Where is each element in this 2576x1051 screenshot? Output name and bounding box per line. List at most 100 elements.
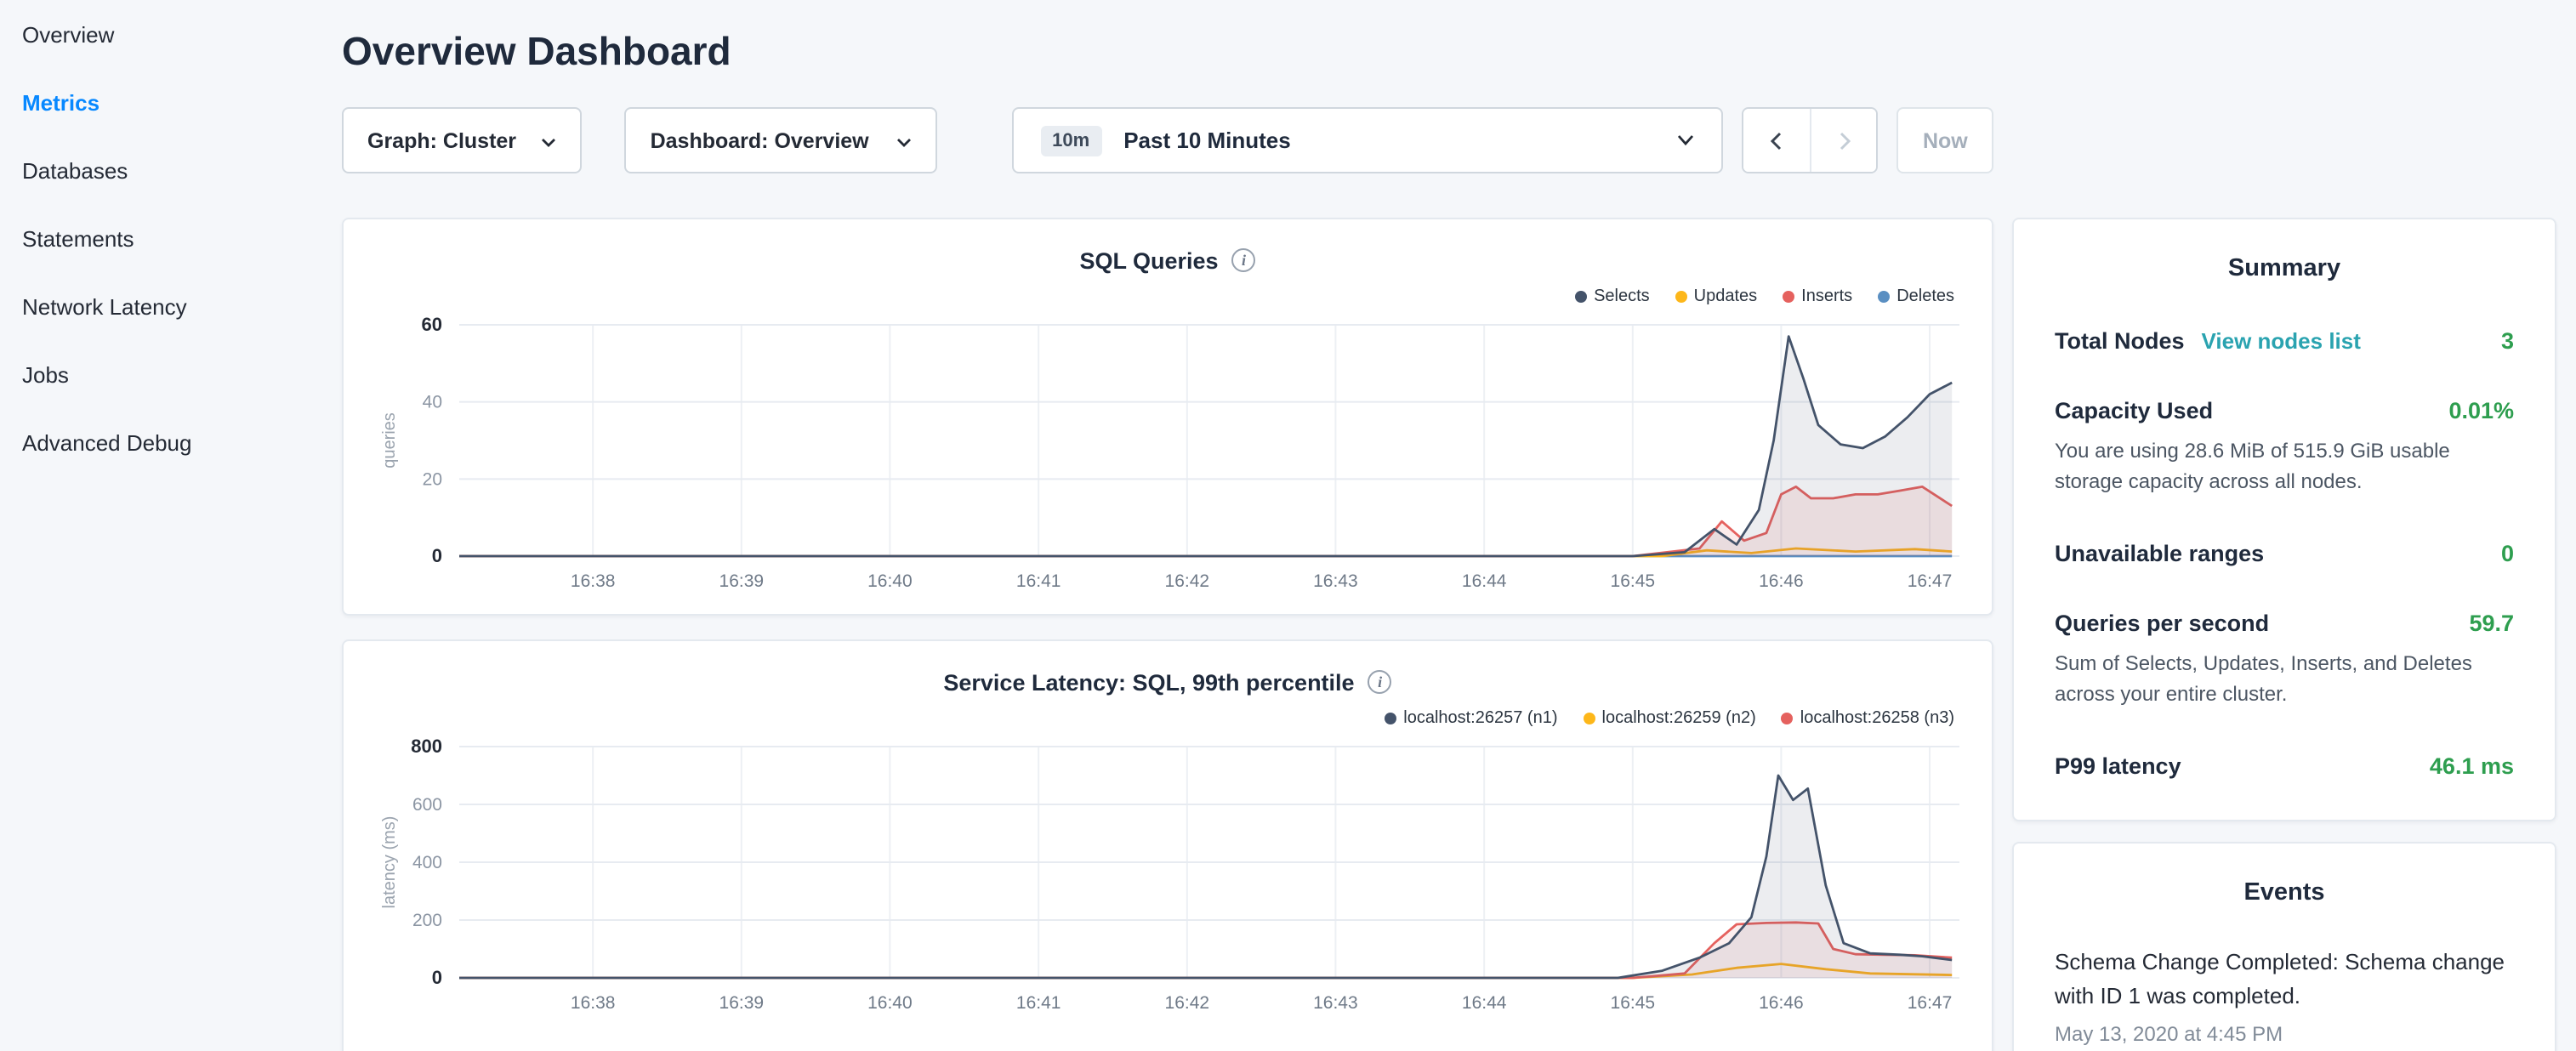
sidebar-item-label: Jobs	[22, 361, 69, 387]
svg-text:16:38: 16:38	[571, 571, 616, 591]
graph-dropdown[interactable]: Graph: Cluster	[342, 107, 583, 173]
summary-label: P99 latency	[2055, 753, 2181, 779]
sidebar-item-label: Metrics	[22, 89, 100, 115]
summary-panel: Summary Total Nodes View nodes list 3 Ca…	[2012, 218, 2556, 821]
time-window-label: Past 10 Minutes	[1123, 128, 1291, 153]
events-title: Events	[2055, 878, 2514, 908]
sidebar-item-label: Overview	[22, 21, 114, 47]
sql-queries-chart-card: SQL Queries i Selects Updates Inserts Delet…	[342, 218, 1993, 616]
summary-value: 3	[2501, 328, 2514, 354]
svg-text:16:41: 16:41	[1016, 993, 1061, 1013]
chart-canvas: 020406016:3816:3916:4016:4116:4216:4316:…	[371, 311, 1968, 604]
svg-text:600: 600	[412, 795, 442, 815]
svg-text:16:44: 16:44	[1462, 993, 1507, 1013]
svg-text:16:38: 16:38	[571, 993, 616, 1013]
legend-dot-icon	[1385, 712, 1396, 724]
summary-label: Capacity Used	[2055, 398, 2213, 423]
svg-text:800: 800	[411, 736, 442, 757]
graph-dropdown-label: Graph: Cluster	[367, 128, 516, 152]
svg-text:16:43: 16:43	[1313, 571, 1358, 591]
legend-item: localhost:26259 (n2)	[1584, 708, 1756, 727]
info-icon[interactable]: i	[1232, 248, 1256, 272]
time-range-selector[interactable]: 10m Past 10 Minutes	[1011, 107, 1723, 173]
view-nodes-list-link[interactable]: View nodes list	[2202, 328, 2361, 354]
time-window-badge: 10m	[1040, 125, 1101, 156]
legend-dot-icon	[1584, 712, 1595, 724]
service-latency-chart-plot: 020040060080016:3816:3916:4016:4116:4216…	[371, 733, 1965, 1025]
svg-text:16:41: 16:41	[1016, 571, 1061, 591]
svg-text:16:44: 16:44	[1462, 571, 1507, 591]
summary-value: 59.7	[2469, 611, 2514, 636]
app-root: Overview Metrics Databases Statements Ne…	[0, 0, 2576, 1051]
svg-text:16:46: 16:46	[1759, 993, 1804, 1013]
svg-text:40: 40	[423, 393, 442, 412]
legend-item: localhost:26258 (n3)	[1782, 708, 1954, 727]
chart-title: Service Latency: SQL, 99th percentile	[943, 669, 1354, 695]
svg-text:16:43: 16:43	[1313, 993, 1358, 1013]
svg-text:16:39: 16:39	[719, 571, 765, 591]
chart-legend: localhost:26257 (n1) localhost:26259 (n2)…	[371, 706, 1954, 730]
summary-row-capacity-used: Capacity Used 0.01% You are using 28.6 M…	[2055, 398, 2514, 497]
toolbar: Graph: Cluster Dashboard: Overview 10m P…	[342, 107, 1993, 173]
svg-text:latency (ms): latency (ms)	[380, 816, 399, 909]
svg-text:0: 0	[432, 545, 442, 566]
sidebar-item-overview[interactable]: Overview	[0, 0, 323, 68]
legend-item: Selects	[1575, 287, 1650, 305]
sidebar-item-label: Statements	[22, 225, 134, 251]
chart-legend: Selects Updates Inserts Deletes	[371, 284, 1954, 308]
sidebar-item-metrics[interactable]: Metrics	[0, 68, 323, 136]
dashboard-dropdown-label: Dashboard: Overview	[651, 128, 869, 152]
legend-dot-icon	[1782, 712, 1794, 724]
summary-title: Summary	[2055, 253, 2514, 284]
svg-text:16:40: 16:40	[867, 571, 913, 591]
chart-title-row: SQL Queries i	[371, 243, 1965, 277]
chart-canvas: 020040060080016:3816:3916:4016:4116:4216…	[371, 733, 1968, 1025]
summary-row-p99-latency: P99 latency 46.1 ms	[2055, 753, 2514, 779]
sidebar-item-network-latency[interactable]: Network Latency	[0, 272, 323, 340]
svg-text:400: 400	[412, 853, 442, 872]
svg-text:queries: queries	[380, 412, 399, 469]
sidebar-item-advanced-debug[interactable]: Advanced Debug	[0, 408, 323, 476]
legend-dot-icon	[1675, 290, 1687, 302]
chevron-down-icon	[896, 128, 911, 152]
summary-row-unavailable-ranges: Unavailable ranges 0	[2055, 541, 2514, 566]
legend-item: Updates	[1675, 287, 1758, 305]
event-timestamp: May 13, 2020 at 4:45 PM	[2055, 1023, 2514, 1047]
legend-item: localhost:26257 (n1)	[1385, 708, 1557, 727]
summary-label: Total Nodes	[2055, 328, 2185, 354]
sidebar-item-label: Network Latency	[22, 293, 187, 319]
event-item: Schema Change Completed: Schema change w…	[2055, 946, 2514, 1014]
svg-text:16:45: 16:45	[1611, 993, 1656, 1013]
sidebar-item-statements[interactable]: Statements	[0, 204, 323, 272]
svg-text:60: 60	[422, 314, 442, 335]
chart-title-row: Service Latency: SQL, 99th percentile i	[371, 665, 1965, 699]
right-panel: Summary Total Nodes View nodes list 3 Ca…	[2012, 218, 2556, 1051]
dashboard-dropdown[interactable]: Dashboard: Overview	[625, 107, 937, 173]
time-back-button[interactable]	[1743, 109, 1810, 172]
svg-text:16:45: 16:45	[1611, 571, 1656, 591]
info-icon[interactable]: i	[1368, 670, 1392, 694]
legend-item: Inserts	[1783, 287, 1852, 305]
now-button[interactable]: Now	[1897, 107, 1993, 173]
svg-text:16:39: 16:39	[719, 993, 765, 1013]
svg-text:16:42: 16:42	[1165, 993, 1210, 1013]
chart-title: SQL Queries	[1079, 247, 1218, 273]
time-step-buttons	[1742, 107, 1878, 173]
now-button-label: Now	[1923, 128, 1968, 152]
summary-description: Sum of Selects, Updates, Inserts, and De…	[2055, 648, 2514, 709]
time-forward-button[interactable]	[1811, 109, 1877, 172]
service-latency-chart-card: Service Latency: SQL, 99th percentile i …	[342, 639, 1993, 1051]
legend-item: Deletes	[1878, 287, 1954, 305]
svg-text:20: 20	[423, 469, 442, 489]
legend-dot-icon	[1878, 290, 1890, 302]
sidebar-item-databases[interactable]: Databases	[0, 136, 323, 204]
svg-text:16:47: 16:47	[1908, 993, 1953, 1013]
svg-text:16:40: 16:40	[867, 993, 913, 1013]
legend-dot-icon	[1783, 290, 1794, 302]
sidebar-item-jobs[interactable]: Jobs	[0, 340, 323, 408]
legend-dot-icon	[1575, 290, 1587, 302]
chevron-down-icon	[542, 128, 557, 152]
summary-description: You are using 28.6 MiB of 515.9 GiB usab…	[2055, 435, 2514, 497]
summary-row-total-nodes: Total Nodes View nodes list 3	[2055, 328, 2514, 354]
summary-row-queries-per-second: Queries per second 59.7 Sum of Selects, …	[2055, 611, 2514, 709]
